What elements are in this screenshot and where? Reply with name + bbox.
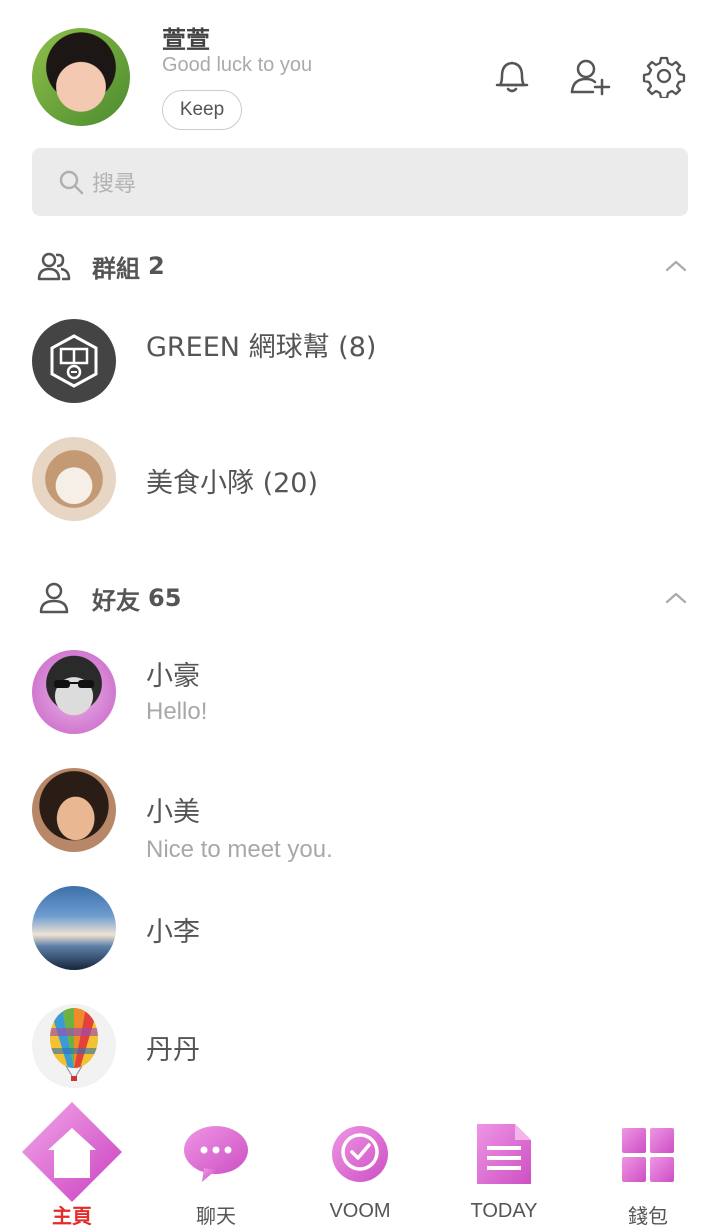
profile-status-message: Good luck to you xyxy=(162,54,313,76)
friend-name: 小李 xyxy=(146,917,200,948)
friend-name: 丹丹 xyxy=(146,1035,200,1066)
nav-wallet[interactable]: 錢包 xyxy=(576,1096,720,1232)
profile-avatar[interactable] xyxy=(32,28,130,126)
add-friend-icon[interactable] xyxy=(568,54,612,98)
chevron-up-icon[interactable] xyxy=(664,586,688,610)
group-list-item[interactable]: 美食小隊 (20) xyxy=(32,437,688,521)
friend-avatar xyxy=(32,886,116,970)
today-news-icon xyxy=(475,1122,533,1190)
friend-avatar xyxy=(32,768,116,852)
friend-avatar xyxy=(32,650,116,734)
friend-name: 小美 xyxy=(146,797,200,828)
group-name: 美食小隊 (20) xyxy=(146,468,319,499)
chat-icon xyxy=(182,1124,250,1188)
friend-list-item[interactable]: 小豪 Hello! xyxy=(32,650,688,734)
voom-clock-icon xyxy=(330,1124,390,1188)
nav-home[interactable]: 主頁 xyxy=(0,1096,144,1232)
nav-today[interactable]: TODAY xyxy=(432,1096,576,1232)
groups-title: 群組 xyxy=(92,254,140,283)
friend-status-message: Nice to meet you. xyxy=(146,836,333,863)
chevron-up-icon[interactable] xyxy=(664,254,688,278)
group-avatar xyxy=(32,319,116,403)
groups-count: 2 xyxy=(148,252,165,280)
bell-icon[interactable] xyxy=(490,54,534,98)
friends-section-header[interactable]: 好友 65 xyxy=(36,578,688,618)
nav-label-wallet: 錢包 xyxy=(628,1206,668,1228)
group-name: GREEN 網球幫 (8) xyxy=(146,332,377,363)
groups-section-header[interactable]: 群組 2 xyxy=(36,246,688,286)
wallet-grid-icon xyxy=(620,1126,676,1188)
friend-name: 小豪 xyxy=(146,661,200,692)
nav-label-today: TODAY xyxy=(470,1200,538,1222)
friend-list-item[interactable]: 小李 xyxy=(32,886,688,970)
friend-icon xyxy=(36,580,72,616)
search-bar[interactable]: 搜尋 xyxy=(32,148,688,216)
friends-title: 好友 xyxy=(92,586,140,615)
group-avatar xyxy=(32,437,116,521)
keep-button[interactable]: Keep xyxy=(162,90,242,130)
profile-name: 萱萱 xyxy=(162,26,210,54)
search-placeholder: 搜尋 xyxy=(92,172,137,197)
search-icon xyxy=(58,169,84,195)
bottom-navigation: 主頁 聊天 VOOM TODAY 錢包 xyxy=(0,1096,720,1232)
friend-list-item[interactable]: 丹丹 xyxy=(32,1004,688,1088)
nav-label-chat: 聊天 xyxy=(196,1206,236,1228)
group-icon xyxy=(36,248,72,284)
friend-avatar xyxy=(32,1004,116,1088)
friend-status-message: Hello! xyxy=(146,698,208,725)
friends-count: 65 xyxy=(148,584,182,612)
nav-label-voom: VOOM xyxy=(329,1200,391,1222)
nav-label-home: 主頁 xyxy=(52,1206,92,1228)
nav-chat[interactable]: 聊天 xyxy=(144,1096,288,1232)
settings-gear-icon[interactable] xyxy=(642,54,686,100)
home-icon xyxy=(20,1100,124,1208)
nav-voom[interactable]: VOOM xyxy=(288,1096,432,1232)
friend-list-item[interactable]: 小美 Nice to meet you. xyxy=(32,768,688,863)
group-list-item[interactable]: GREEN 網球幫 (8) xyxy=(32,319,688,403)
